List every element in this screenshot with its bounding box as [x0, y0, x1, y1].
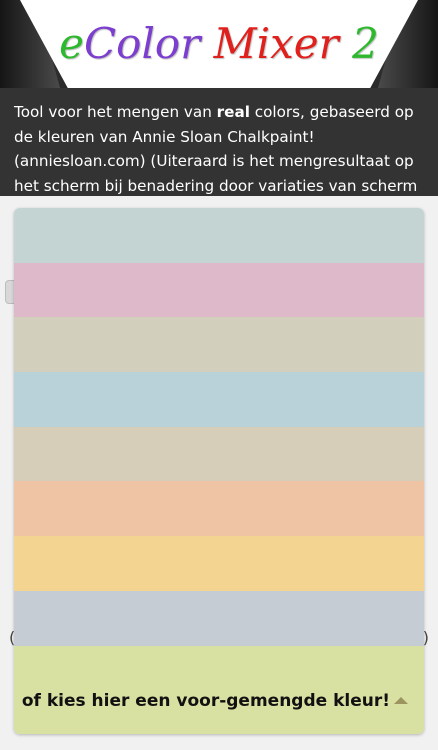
logo-letter: 2 [352, 19, 379, 68]
color-swatch[interactable] [14, 590, 424, 646]
color-swatch[interactable] [14, 208, 424, 263]
color-swatch[interactable] [14, 536, 424, 591]
app-header: eColor Mixer 2 [0, 0, 438, 88]
logo-letter: i [256, 19, 271, 68]
premixed-color-picker[interactable]: of kies hier een voor-gemengde kleur! [14, 646, 424, 734]
triangle-up-icon[interactable] [394, 697, 408, 704]
logo-letter: l [141, 19, 155, 68]
logo-letter: C [84, 19, 117, 68]
color-swatch-list: of kies hier een voor-gemengde kleur! [14, 208, 424, 734]
logo-letter: r [180, 19, 201, 68]
logo-letter: o [116, 19, 142, 68]
logo-letter [200, 19, 213, 68]
logo-letter: e [293, 19, 319, 68]
logo-letter: x [270, 19, 294, 68]
logo-letter: e [59, 19, 85, 68]
app-logo: eColor Mixer 2 [0, 14, 438, 74]
color-swatch[interactable] [14, 317, 424, 373]
logo-letter [339, 19, 352, 68]
logo-letter: r [318, 19, 339, 68]
premixed-color-picker-label: of kies hier een voor-gemengde kleur! [21, 691, 390, 711]
swatch-container [14, 208, 424, 646]
color-swatch[interactable] [14, 481, 424, 537]
color-swatch[interactable] [14, 426, 424, 482]
color-swatch[interactable] [14, 262, 424, 318]
intro-text-part1: Tool voor het mengen van [14, 103, 217, 121]
logo-letter: M [213, 19, 257, 68]
logo-letter: o [154, 19, 181, 68]
intro-text-bold: real [216, 103, 250, 121]
color-swatch[interactable] [14, 372, 424, 427]
